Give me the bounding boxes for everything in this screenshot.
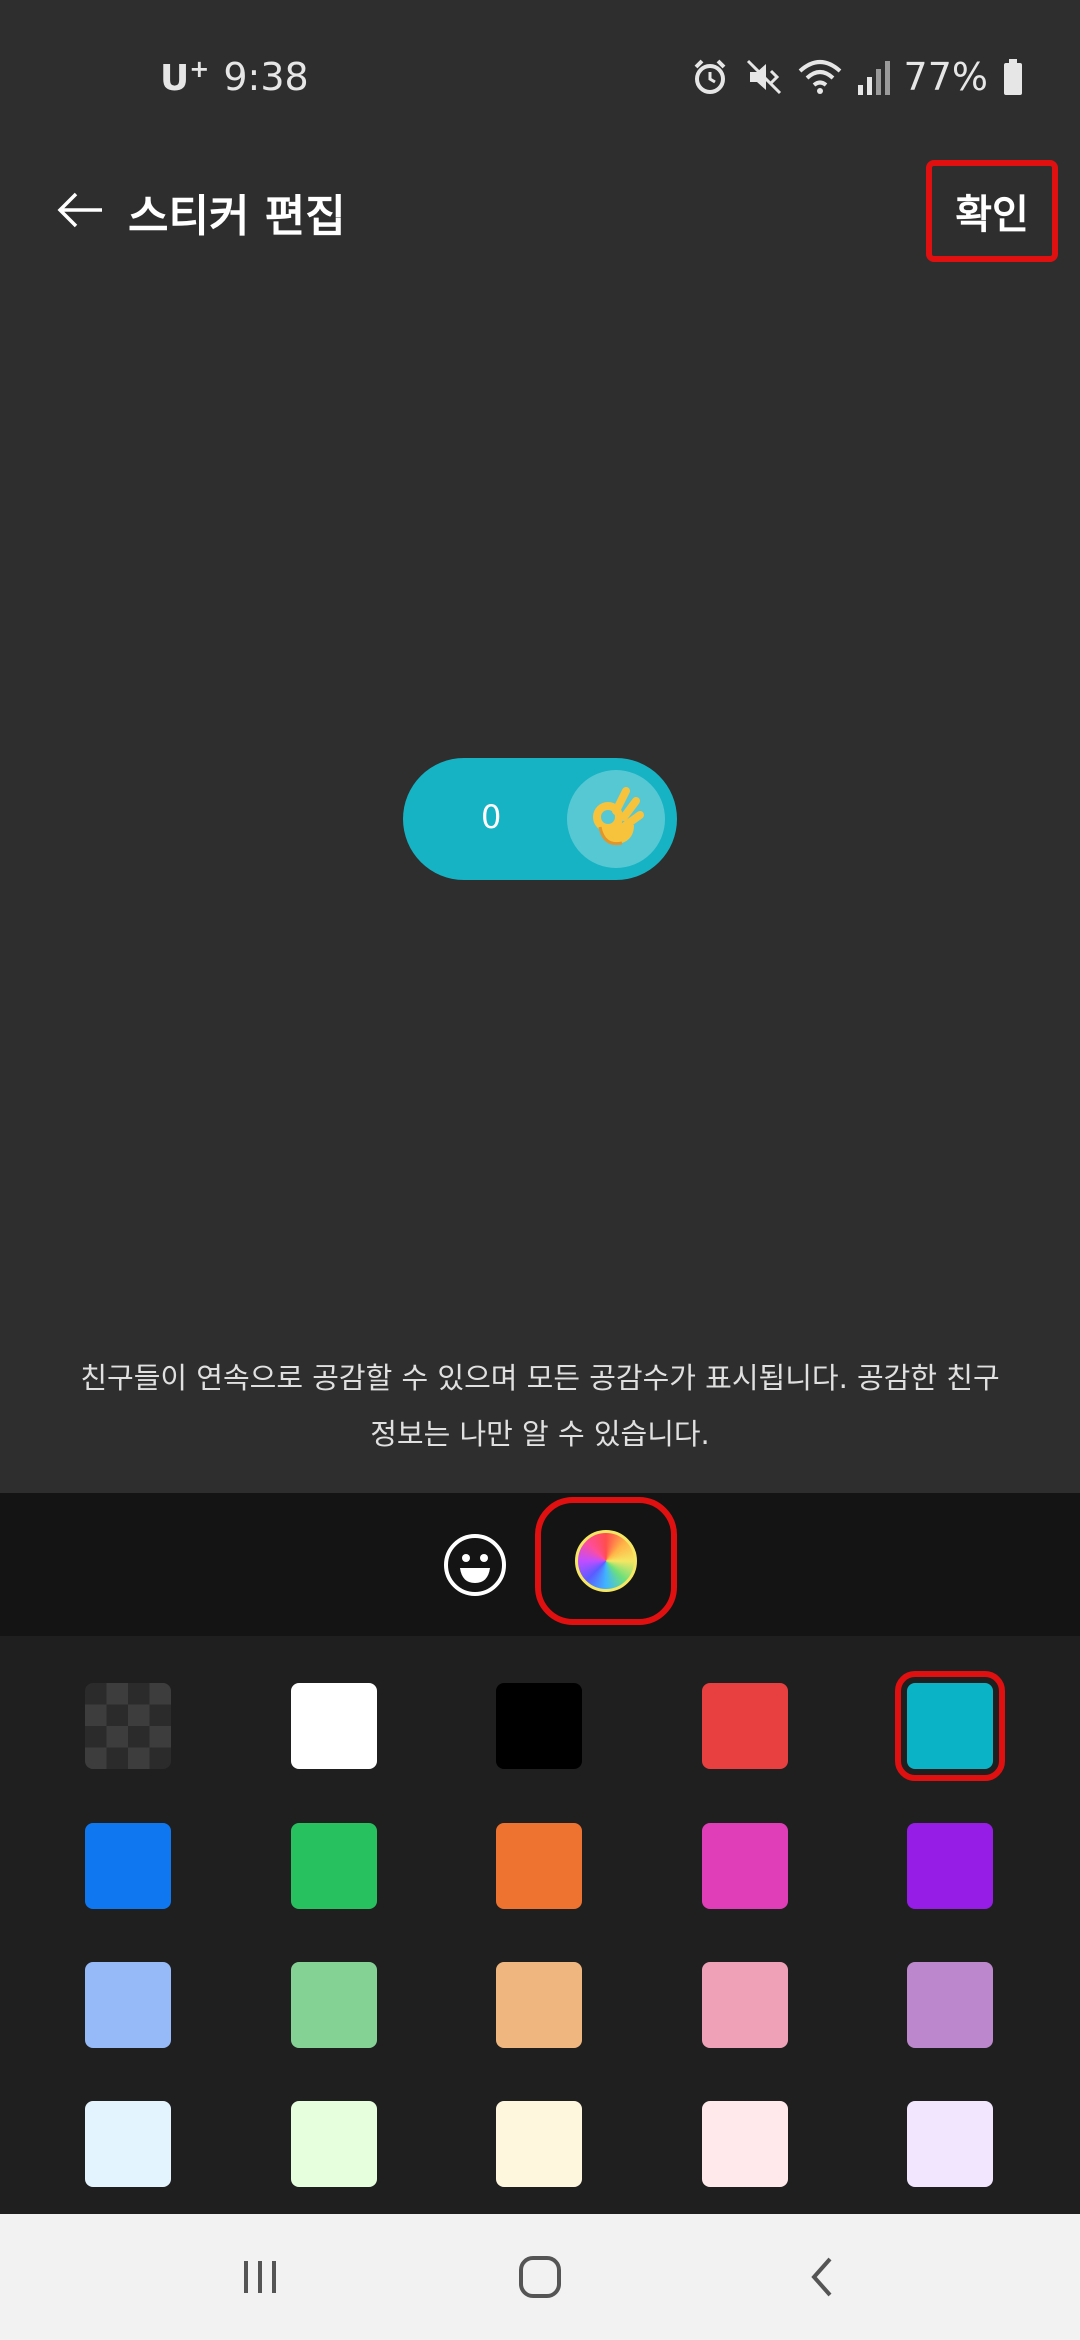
- color-swatch[interactable]: [702, 2101, 788, 2187]
- description-text: 친구들이 연속으로 공감할 수 있으며 모든 공감수가 표시됩니다. 공감한 친…: [40, 1350, 1040, 1462]
- carrier-label: U+: [160, 55, 210, 99]
- color-swatch[interactable]: [702, 1823, 788, 1909]
- color-swatch[interactable]: [496, 2101, 582, 2187]
- emoji-icon: [444, 1534, 506, 1596]
- color-swatch[interactable]: [702, 1962, 788, 2048]
- sticker-preview[interactable]: 0: [403, 758, 677, 880]
- battery-icon: [1004, 59, 1022, 95]
- description-line-1: 친구들이 연속으로 공감할 수 있으며 모든 공감수가 표시됩니다. 공감한 친…: [80, 1361, 1000, 1395]
- color-wheel-icon: [575, 1530, 637, 1592]
- color-swatch[interactable]: [85, 1962, 171, 2048]
- status-bar: U+ 9:38 77%: [0, 0, 1080, 160]
- color-swatch[interactable]: [291, 1823, 377, 1909]
- color-tab[interactable]: [535, 1497, 677, 1625]
- confirm-button[interactable]: 확인: [926, 160, 1058, 262]
- alarm-icon: [694, 59, 725, 94]
- battery-percent: 77%: [903, 55, 988, 99]
- color-swatch[interactable]: [907, 1823, 993, 1909]
- emoji-tab[interactable]: [443, 1533, 507, 1597]
- status-right: 77%: [690, 55, 1024, 99]
- ok-hand-emoji: [593, 787, 644, 846]
- color-swatch[interactable]: [85, 2101, 171, 2187]
- back-icon: [811, 2257, 832, 2297]
- nav-back-button[interactable]: [792, 2247, 852, 2307]
- color-swatch[interactable]: [291, 1962, 377, 2048]
- color-swatch[interactable]: [496, 1823, 582, 1909]
- color-swatch[interactable]: [291, 2101, 377, 2187]
- home-icon: [519, 2256, 561, 2298]
- color-swatch[interactable]: [895, 1671, 1005, 1781]
- signal-icon: [857, 61, 890, 95]
- color-swatch[interactable]: [907, 1962, 993, 2048]
- description-line-2: 정보는 나만 알 수 있습니다.: [370, 1417, 710, 1451]
- color-swatch[interactable]: [291, 1683, 377, 1769]
- screen: U+ 9:38 77% 스티커 편집 확인 0 친구들이 연속으로 공감할 수 …: [0, 0, 1080, 2340]
- sticker-count: 0: [481, 798, 502, 836]
- color-swatch[interactable]: [496, 1962, 582, 2048]
- clock: 9:38: [223, 55, 309, 99]
- recent-apps-icon: [244, 2261, 276, 2293]
- swatch-transparent[interactable]: [85, 1683, 171, 1769]
- color-palette: [0, 1636, 1080, 2214]
- system-nav-bar: [0, 2214, 1080, 2340]
- color-swatch[interactable]: [85, 1823, 171, 1909]
- back-button[interactable]: [40, 170, 120, 250]
- color-swatch[interactable]: [702, 1683, 788, 1769]
- mute-icon: [746, 59, 781, 95]
- home-button[interactable]: [510, 2247, 570, 2307]
- color-swatch[interactable]: [907, 2101, 993, 2187]
- color-swatch[interactable]: [496, 1683, 582, 1769]
- ok-hand-icon: [567, 770, 665, 868]
- editor-toolbar: [0, 1493, 1080, 1636]
- status-left: U+ 9:38: [160, 55, 309, 99]
- recent-apps-button[interactable]: [230, 2247, 290, 2307]
- arrow-left-icon: [57, 192, 102, 228]
- page-title: 스티커 편집: [128, 191, 346, 242]
- header: 스티커 편집 확인: [0, 160, 1080, 262]
- wifi-icon: [798, 60, 841, 94]
